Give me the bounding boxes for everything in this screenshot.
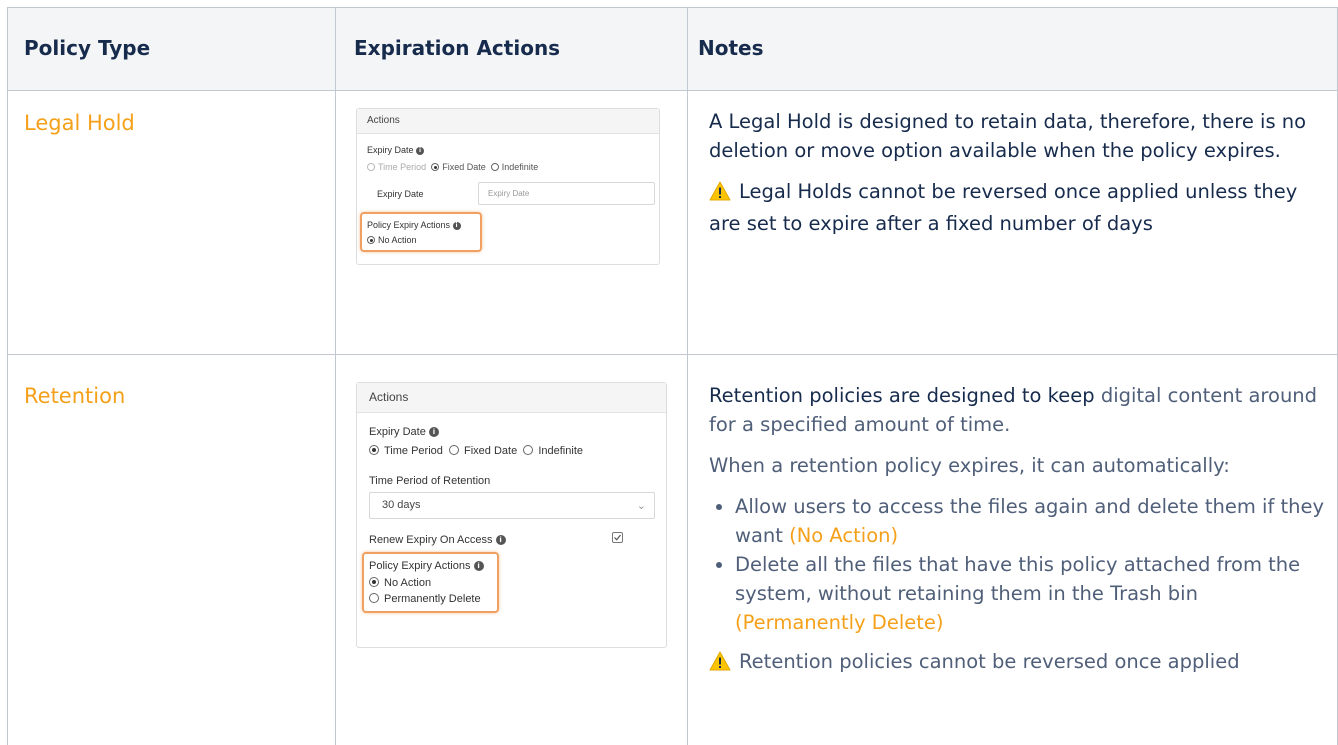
radio-time-period[interactable] (367, 163, 375, 171)
policy-type-retention[interactable]: Retention (24, 384, 125, 408)
expiry-date-label: Expiry Date i (369, 426, 439, 438)
notes-paragraph-2: When a retention policy expires, it can … (709, 454, 1230, 477)
expiry-date-field-label: Expiry Date (377, 189, 424, 199)
retention-actions-form: Actions Expiry Date i Time Period Fixed … (356, 382, 667, 648)
radio-fixed-date[interactable] (449, 445, 460, 455)
form-header: Actions (357, 109, 659, 134)
radio-indefinite[interactable] (523, 445, 534, 455)
expiry-date-options: Time Period Fixed Date Indefinite (367, 162, 538, 172)
notes-retention: Retention policies are designed to keep … (709, 381, 1329, 691)
form-header: Actions (357, 383, 666, 413)
info-icon: i (495, 535, 506, 545)
warning-icon (709, 180, 731, 209)
radio-fixed-date[interactable] (431, 163, 440, 171)
legal-hold-actions-form: Actions Expiry Date i Time Period Fixed … (356, 108, 660, 265)
notes-warning: Retention policies cannot be reversed on… (709, 647, 1329, 679)
actions-highlight (360, 212, 482, 252)
renew-expiry-checkbox[interactable] (612, 532, 623, 543)
border-col2 (687, 7, 688, 745)
radio-time-period[interactable] (369, 445, 379, 455)
list-item: Delete all the files that have this poli… (735, 550, 1329, 637)
header-policy-type: Policy Type (24, 36, 151, 60)
header-notes: Notes (698, 36, 764, 60)
time-period-select[interactable]: 30 days ⌄ (369, 492, 655, 519)
info-icon: i (428, 427, 439, 437)
policy-type-legal-hold[interactable]: Legal Hold (24, 111, 135, 135)
checkbox-icon (614, 534, 621, 541)
renew-expiry-label: Renew Expiry On Access i (369, 534, 506, 546)
info-icon: i (416, 147, 425, 155)
border-col1 (335, 7, 336, 745)
notes-warning: Legal Holds cannot be reversed once appl… (709, 180, 1298, 235)
time-period-label: Time Period of Retention (369, 475, 491, 487)
radio-indefinite[interactable] (490, 163, 499, 171)
notes-paragraph: A Legal Hold is designed to retain data,… (709, 110, 1307, 162)
warning-icon (709, 650, 731, 679)
notes-legal-hold: A Legal Hold is designed to retain data,… (709, 107, 1329, 250)
border-header (7, 90, 1338, 91)
notes-bullet-list: Allow users to access the files again an… (709, 492, 1329, 637)
expiry-date-input[interactable]: Expiry Date (478, 182, 655, 205)
expiry-date-options: Time Period Fixed Date Indefinite (369, 445, 583, 457)
policy-table: Policy Type Expiration Actions Notes Leg… (7, 7, 1338, 745)
border-left (7, 7, 8, 745)
expiry-date-label: Expiry Date i (367, 145, 425, 155)
border-row1 (7, 354, 1338, 355)
notes-paragraph-1: Retention policies are designed to keep … (709, 384, 1318, 436)
list-item: Allow users to access the files again an… (735, 492, 1329, 550)
header-expiration-actions: Expiration Actions (354, 36, 561, 60)
table-header-row (7, 7, 1338, 90)
chevron-down-icon: ⌄ (636, 500, 646, 512)
border-top (7, 7, 1338, 8)
actions-highlight (362, 552, 499, 613)
